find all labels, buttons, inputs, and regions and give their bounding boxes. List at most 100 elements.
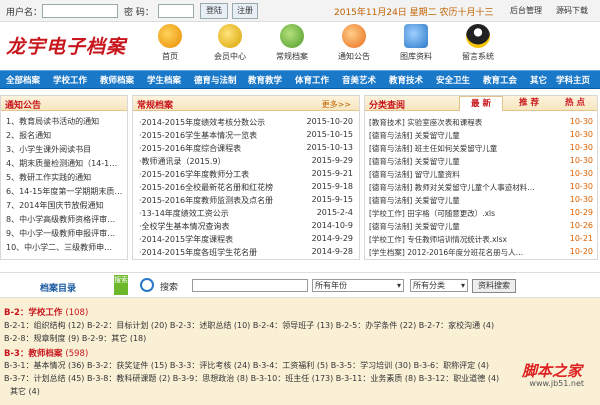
table-row[interactable]: ·2015-2016学年度教师分工表 — [139, 169, 249, 180]
menu-teaching[interactable]: 教育教学 — [248, 74, 282, 86]
nav-notices[interactable]: 通知公告 — [328, 24, 380, 68]
menu-all-archives[interactable]: 全部档案 — [6, 74, 40, 86]
login-button[interactable]: 登陆 — [200, 3, 228, 19]
register-button[interactable]: 注册 — [232, 3, 258, 19]
row-date: 10-30 — [569, 195, 593, 204]
nav-regular-archives[interactable]: 常规档案 — [266, 24, 318, 68]
row-date: 2015-10-13 — [306, 143, 354, 152]
directory-row[interactable]: B-3-1：基本情况 (36) B-3-2：获奖证件 (15) B-3-3：评比… — [4, 360, 489, 371]
menu-teacher-archives[interactable]: 教师档案 — [100, 74, 134, 86]
more-link[interactable]: 更多>> — [322, 99, 351, 110]
row-date: 10-30 — [569, 169, 593, 178]
source-download-link[interactable]: 源码下载 — [556, 5, 588, 16]
tab-hot[interactable]: 热 点 — [553, 96, 597, 111]
password-label: 密 码： — [124, 8, 154, 18]
table-row[interactable]: ·2014-2015年度各班学生花名册 — [139, 247, 257, 258]
table-row[interactable]: ·教师通讯录（2015.9） — [139, 156, 226, 167]
list-item[interactable]: 7、2014年国庆节放假通知 — [6, 200, 103, 211]
section-name: 学校工作 — [28, 308, 63, 318]
list-item[interactable]: [教育技术] 实验室座次表和课程表 — [369, 117, 482, 128]
nav-gallery[interactable]: 图库资料 — [390, 24, 442, 68]
menu-student-archives[interactable]: 学生档案 — [147, 74, 181, 86]
row-date: 2015-9-29 — [311, 156, 353, 165]
nav-home[interactable]: 首页 — [144, 24, 196, 68]
chevron-down-icon: ▾ — [396, 281, 401, 290]
list-item[interactable]: 3、小学生课外阅读书目 — [6, 144, 91, 155]
list-item[interactable]: 10、中小学二、三级教师申… — [6, 242, 112, 253]
table-row[interactable]: ·全校学生基本情况查询表 — [139, 221, 230, 232]
gallery-icon — [404, 24, 428, 48]
table-row[interactable]: ·2015-2016全校最新花名册和红花榜 — [139, 182, 273, 193]
row-date: 10-20 — [569, 247, 593, 256]
list-item[interactable]: [学校工作] 田字格（可随意更改）.xls — [369, 208, 495, 219]
year-select[interactable]: 所有年份 ▾ — [312, 279, 404, 292]
table-row[interactable]: ·2014-2015学年度课程表 — [139, 234, 233, 245]
row-date: 2014-10-9 — [311, 221, 353, 230]
menu-moral-legal[interactable]: 德育与法制 — [194, 74, 237, 86]
admin-link[interactable]: 后台管理 — [510, 5, 542, 16]
list-item[interactable]: [德育与法制] 班主任如何关爱留守儿童 — [369, 143, 497, 154]
member-bag-icon — [218, 24, 242, 48]
menu-union[interactable]: 教育工会 — [483, 74, 517, 86]
row-date: 2015-10-20 — [306, 117, 354, 126]
nav-member-center[interactable]: 会员中心 — [204, 24, 256, 68]
list-item[interactable]: 4、期末质量检测通知（14-1… — [6, 158, 117, 169]
site-logo[interactable]: 龙宇电子档案 — [6, 32, 126, 59]
qq-penguin-icon — [466, 24, 490, 48]
directory-row[interactable]: B-2-8：规章制度 (9) B-2-9：其它 (18) — [4, 333, 146, 344]
row-date: 10-26 — [569, 221, 593, 230]
menu-subject-home[interactable]: 学科主页 — [556, 74, 590, 86]
list-item[interactable]: [德育与法制] 关爱留守儿童 — [369, 156, 460, 167]
nav-label: 图库资料 — [400, 52, 432, 61]
tab-latest[interactable]: 最 新 — [459, 96, 503, 111]
username-input[interactable] — [42, 4, 118, 18]
table-row[interactable]: ·2014-2015年度绩效考核分数公示 — [139, 117, 265, 128]
search-input[interactable] — [192, 279, 308, 292]
row-date: 2015-2-4 — [316, 208, 353, 217]
nav-guestbook[interactable]: 留言系统 — [452, 24, 504, 68]
menu-school-work[interactable]: 学校工作 — [53, 74, 87, 86]
section-school-work[interactable]: B-2：学校工作 (108) — [4, 306, 88, 318]
search-side-tag: 搜索 — [114, 275, 128, 295]
list-item[interactable]: [德育与法制] 教师对关爱留守儿童个人事迹材料… — [369, 182, 535, 193]
menu-sports[interactable]: 体育工作 — [295, 74, 329, 86]
list-item[interactable]: [德育与法制] 关爱留守儿童 — [369, 195, 460, 206]
chevron-down-icon: ▾ — [460, 281, 465, 290]
category-panel: 分类查阅 最 新 推 荐 热 点 [教育技术] 实验室座次表和课程表 10-30 … — [364, 95, 598, 260]
list-item[interactable]: [学校工作] 专任教师培训情况统计表.xlsx — [369, 234, 507, 245]
notice-header: 通知公告 — [1, 96, 127, 111]
section-teacher-archives[interactable]: B-3：教师档案 (598) — [4, 347, 88, 359]
table-row[interactable]: ·2015-2016学生基本情况一览表 — [139, 130, 257, 141]
password-input[interactable] — [158, 4, 194, 18]
archive-directory: B-2：学校工作 (108) B-2-1：组织结构 (12) B-2-2：目标计… — [0, 298, 600, 405]
directory-row[interactable]: B-3-7：计划总结 (45) B-3-8：教科研课题 (2) B-3-9：思想… — [4, 373, 499, 384]
table-row[interactable]: ·2015-2016年度教师监测表及点名册 — [139, 195, 273, 206]
tab-recommended[interactable]: 推 荐 — [507, 96, 551, 111]
section-code: B-3： — [4, 349, 29, 359]
search-button[interactable]: 资料搜索 — [472, 279, 516, 293]
list-item[interactable]: 1、教育局读书活动的通知 — [6, 116, 99, 127]
directory-row[interactable]: 其它 (4) — [10, 386, 40, 397]
list-item[interactable]: [德育与法制] 留守儿童资料 — [369, 169, 460, 180]
row-date: 10-30 — [569, 130, 593, 139]
list-item[interactable]: [学生档案] 2012-2016年度分班花名册与人… — [369, 247, 523, 258]
list-item[interactable]: 8、中小学高级教师资格评审… — [6, 214, 115, 225]
directory-row[interactable]: B-2-1：组织结构 (12) B-2-2：目标计划 (20) B-2-3：述职… — [4, 320, 494, 331]
list-item[interactable]: 9、中小学一级教师申报评审… — [6, 228, 115, 239]
table-row[interactable]: ·2015-2016年度综合课程表 — [139, 143, 241, 154]
menu-other[interactable]: 其它 — [530, 74, 547, 86]
list-item[interactable]: [德育与法制] 关爱留守儿童 — [369, 221, 460, 232]
row-date: 2014-9-28 — [311, 247, 353, 256]
list-item[interactable]: 6、14-15年度第一学期期末质… — [6, 186, 122, 197]
row-date: 10-29 — [569, 208, 593, 217]
list-item[interactable]: 2、报名通知 — [6, 130, 51, 141]
category-select-value: 所有分类 — [413, 281, 445, 290]
folder-icon — [280, 24, 304, 48]
list-item[interactable]: [德育与法制] 关爱留守儿童 — [369, 130, 460, 141]
list-item[interactable]: 5、教研工作实践的通知 — [6, 172, 91, 183]
table-row[interactable]: ·13-14年度绩效工资公示 — [139, 208, 229, 219]
menu-arts[interactable]: 音美艺术 — [342, 74, 376, 86]
menu-safety[interactable]: 安全卫生 — [436, 74, 470, 86]
menu-edu-tech[interactable]: 教育技术 — [389, 74, 423, 86]
category-select[interactable]: 所有分类 ▾ — [410, 279, 468, 292]
